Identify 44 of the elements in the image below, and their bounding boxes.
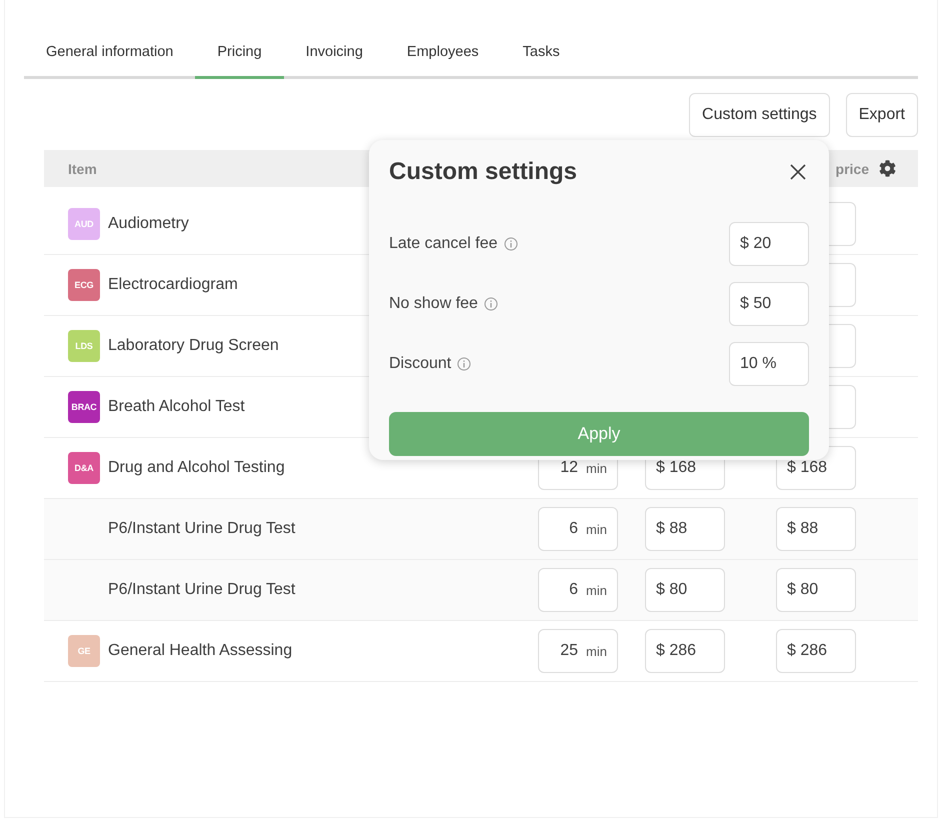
field-label: Discount xyxy=(389,355,452,373)
item-badge: AUD xyxy=(68,208,100,240)
tab[interactable]: Tasks xyxy=(500,28,582,79)
custom-settings-button[interactable]: Custom settings xyxy=(689,93,830,137)
info-icon xyxy=(457,357,472,371)
tab[interactable]: Invoicing xyxy=(284,28,385,79)
input-field[interactable]: 10 % xyxy=(729,342,809,386)
close-icon[interactable] xyxy=(789,163,807,181)
export-button[interactable]: Export xyxy=(846,93,918,137)
column-header: Item xyxy=(68,160,97,176)
item-name: Breath Alcohol Test xyxy=(108,398,245,416)
item-badge: GE xyxy=(68,635,100,667)
price-field[interactable]: $ 80 xyxy=(645,568,725,612)
tab[interactable]: Employees xyxy=(384,28,501,79)
price-field[interactable]: $ 88 xyxy=(776,507,856,551)
item-badge: BRAC xyxy=(68,391,100,423)
price-field[interactable]: $ 286 xyxy=(776,629,856,673)
item-name: Audiometry xyxy=(108,215,189,233)
field-label: Late cancel fee xyxy=(389,235,498,253)
item-name: P6/Instant Urine Drug Test xyxy=(108,581,296,599)
item-name: Laboratory Drug Screen xyxy=(108,337,279,355)
field-label: No show fee xyxy=(389,295,478,313)
duration-field[interactable]: 25 min xyxy=(538,629,618,673)
info-icon xyxy=(504,237,518,251)
item-name: General Health Assessing xyxy=(108,642,292,660)
duration-field[interactable]: 6 min xyxy=(538,507,618,551)
item-name: P6/Instant Urine Drug Test xyxy=(108,520,296,538)
popover-title: Custom settings xyxy=(389,158,578,186)
price-field[interactable]: $ 286 xyxy=(645,629,725,673)
tab[interactable]: Pricing xyxy=(195,28,284,79)
input-field[interactable]: $ 50 xyxy=(729,282,809,326)
info-icon xyxy=(484,297,498,311)
item-name: Electrocardiogram xyxy=(108,276,238,294)
item-name: Drug and Alcohol Testing xyxy=(108,459,285,477)
price-field[interactable]: $ 88 xyxy=(645,507,725,551)
column-header: price xyxy=(836,160,869,176)
item-badge: D&A xyxy=(68,452,100,484)
tab[interactable]: General information xyxy=(24,28,196,79)
duration-field[interactable]: 6 min xyxy=(538,568,618,612)
price-field[interactable]: $ 80 xyxy=(776,568,856,612)
item-badge: LDS xyxy=(68,330,100,362)
settings-icon[interactable] xyxy=(879,160,896,177)
input-field[interactable]: $ 20 xyxy=(729,222,809,266)
item-badge: ECG xyxy=(68,269,100,301)
